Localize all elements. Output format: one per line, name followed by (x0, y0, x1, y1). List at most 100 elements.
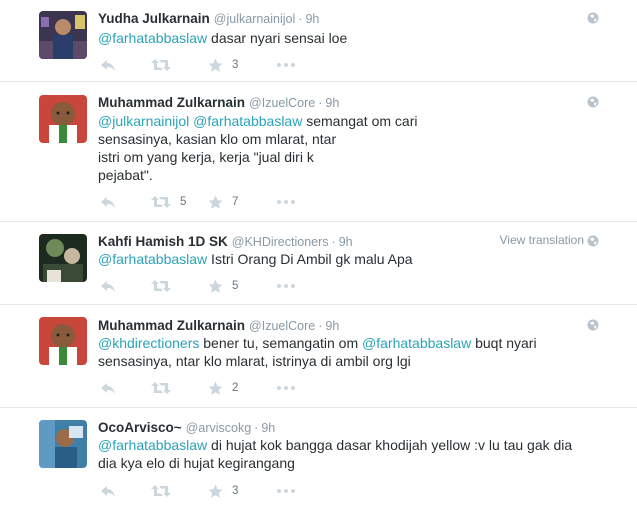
favorite-count: 2 (232, 382, 239, 394)
author-name[interactable]: Kahfi Hamish 1D SK (98, 234, 228, 249)
author-name[interactable]: Yudha Julkarnain (98, 11, 210, 26)
retweet-button[interactable]: 5 (151, 193, 186, 211)
reply-icon (101, 486, 115, 497)
separator-dot: · (318, 319, 323, 333)
author-handle[interactable]: @julkarnainijol (214, 12, 295, 26)
avatar[interactable] (39, 234, 87, 282)
avatar[interactable] (39, 420, 87, 468)
reply-button[interactable] (100, 482, 116, 500)
tweet-text: @khdirectioners bener tu, semangatin om … (98, 334, 598, 370)
more-icon (277, 386, 295, 390)
retweet-button[interactable] (151, 277, 180, 295)
separator-dot: · (318, 96, 323, 110)
view-translation-link[interactable]: View translation (500, 233, 585, 247)
tweet-actions: 3 (98, 482, 358, 500)
author-name[interactable]: Muhammad Zulkarnain (98, 95, 245, 110)
retweet-icon (151, 196, 171, 208)
tweet-actions: 5 7 (98, 193, 358, 211)
mention-link[interactable]: @farhatabbaslaw (98, 437, 207, 453)
tweet[interactable]: Kahfi Hamish 1D SK @KHDirectioners · 9h Vie… (0, 222, 637, 305)
tweet-text: @farhatabbaslaw dasar nyari sensai loe (98, 29, 518, 47)
tweet-text: @farhatabbaslaw Istri Orang Di Ambil gk … (98, 250, 518, 268)
mention-link[interactable]: @julkarnainijol (98, 113, 189, 129)
reply-button[interactable] (100, 277, 116, 295)
retweet-icon (151, 382, 171, 394)
tweet[interactable]: OcoArvisco~ @arviscokg · 9h @farhatabbaslaw… (0, 408, 637, 507)
author-handle[interactable]: @IzuelCore (249, 319, 315, 333)
timestamp[interactable]: 9h (305, 12, 319, 26)
tweet-text-body: buqt nyari (471, 335, 537, 351)
tweet-actions: 3 (98, 56, 358, 74)
favorite-button[interactable]: 5 (208, 277, 238, 295)
favorite-icon (208, 195, 223, 209)
tweet-text-body: pejabat". (98, 167, 153, 183)
retweet-button[interactable] (151, 379, 180, 397)
more-icon (277, 284, 295, 288)
favorite-count: 7 (232, 196, 239, 208)
author-handle[interactable]: @KHDirectioners (232, 235, 329, 249)
more-button[interactable] (277, 379, 295, 397)
globe-icon[interactable] (587, 12, 599, 24)
separator-dot: · (331, 235, 336, 249)
author-handle[interactable]: @arviscokg (186, 421, 252, 435)
favorite-button[interactable]: 2 (208, 379, 238, 397)
tweet-text: @farhatabbaslaw di hujat kok bangga dasa… (98, 436, 598, 472)
timestamp[interactable]: 9h (339, 235, 353, 249)
favorite-icon (208, 381, 223, 395)
tweet-text: @julkarnainijol @farhatabbaslaw semangat… (98, 112, 518, 184)
more-button[interactable] (277, 56, 295, 74)
globe-icon[interactable] (587, 319, 599, 331)
avatar[interactable] (39, 95, 87, 143)
tweet[interactable]: Yudha Julkarnain @julkarnainijol · 9h @farh… (0, 0, 637, 82)
mention-link[interactable]: @farhatabbaslaw (193, 113, 302, 129)
retweet-icon (151, 59, 171, 71)
favorite-count: 3 (232, 485, 239, 497)
favorite-button[interactable]: 3 (208, 482, 238, 500)
mention-link[interactable]: @farhatabbaslaw (98, 30, 207, 46)
more-button[interactable] (277, 482, 295, 500)
reply-icon (101, 60, 115, 71)
avatar[interactable] (39, 317, 87, 365)
retweet-button[interactable] (151, 482, 180, 500)
favorite-count: 5 (232, 280, 239, 292)
more-icon (277, 63, 295, 67)
tweet-text-body: Istri Orang Di Ambil gk malu Apa (207, 251, 413, 267)
tweet-text-body: dasar nyari sensai loe (207, 30, 348, 46)
tweet-text-body: sensasinya, ntar klo mlarat, istrinya di… (98, 353, 411, 369)
mention-link[interactable]: @farhatabbaslaw (362, 335, 471, 351)
author-handle[interactable]: @IzuelCore (249, 96, 315, 110)
author-name[interactable]: OcoArvisco~ (98, 420, 182, 435)
favorite-icon (208, 58, 223, 72)
more-button[interactable] (277, 277, 295, 295)
reply-button[interactable] (100, 193, 116, 211)
reply-button[interactable] (100, 56, 116, 74)
favorite-icon (208, 279, 223, 293)
more-icon (277, 200, 295, 204)
timestamp[interactable]: 9h (325, 96, 339, 110)
favorite-button[interactable]: 3 (208, 56, 238, 74)
tweet-text-body: istri om yang kerja, kerja "jual diri k (98, 149, 314, 165)
reply-icon (101, 197, 115, 208)
author-name[interactable]: Muhammad Zulkarnain (98, 318, 245, 333)
tweet[interactable]: Muhammad Zulkarnain @IzuelCore · 9h @khdire… (0, 305, 637, 408)
globe-icon[interactable] (587, 235, 599, 247)
favorite-icon (208, 484, 223, 498)
reply-button[interactable] (100, 379, 116, 397)
more-button[interactable] (277, 193, 295, 211)
favorite-count: 3 (232, 59, 239, 71)
timestamp[interactable]: 9h (325, 319, 339, 333)
timestamp[interactable]: 9h (261, 421, 275, 435)
retweet-button[interactable] (151, 56, 180, 74)
avatar[interactable] (39, 11, 87, 59)
more-icon (277, 489, 295, 493)
mention-link[interactable]: @khdirectioners (98, 335, 199, 351)
mention-link[interactable]: @farhatabbaslaw (98, 251, 207, 267)
tweet-text-body: semangat om cari (302, 113, 418, 129)
tweet-actions: 5 (98, 277, 358, 295)
tweet-text-body: dia kya elo di hujat kegirangang (98, 455, 295, 471)
reply-icon (101, 281, 115, 292)
tweet-text-body: di hujat kok bangga dasar khodijah yello… (207, 437, 573, 453)
globe-icon[interactable] (587, 96, 599, 108)
favorite-button[interactable]: 7 (208, 193, 238, 211)
tweet[interactable]: Muhammad Zulkarnain @IzuelCore · 9h @julkar… (0, 82, 637, 222)
